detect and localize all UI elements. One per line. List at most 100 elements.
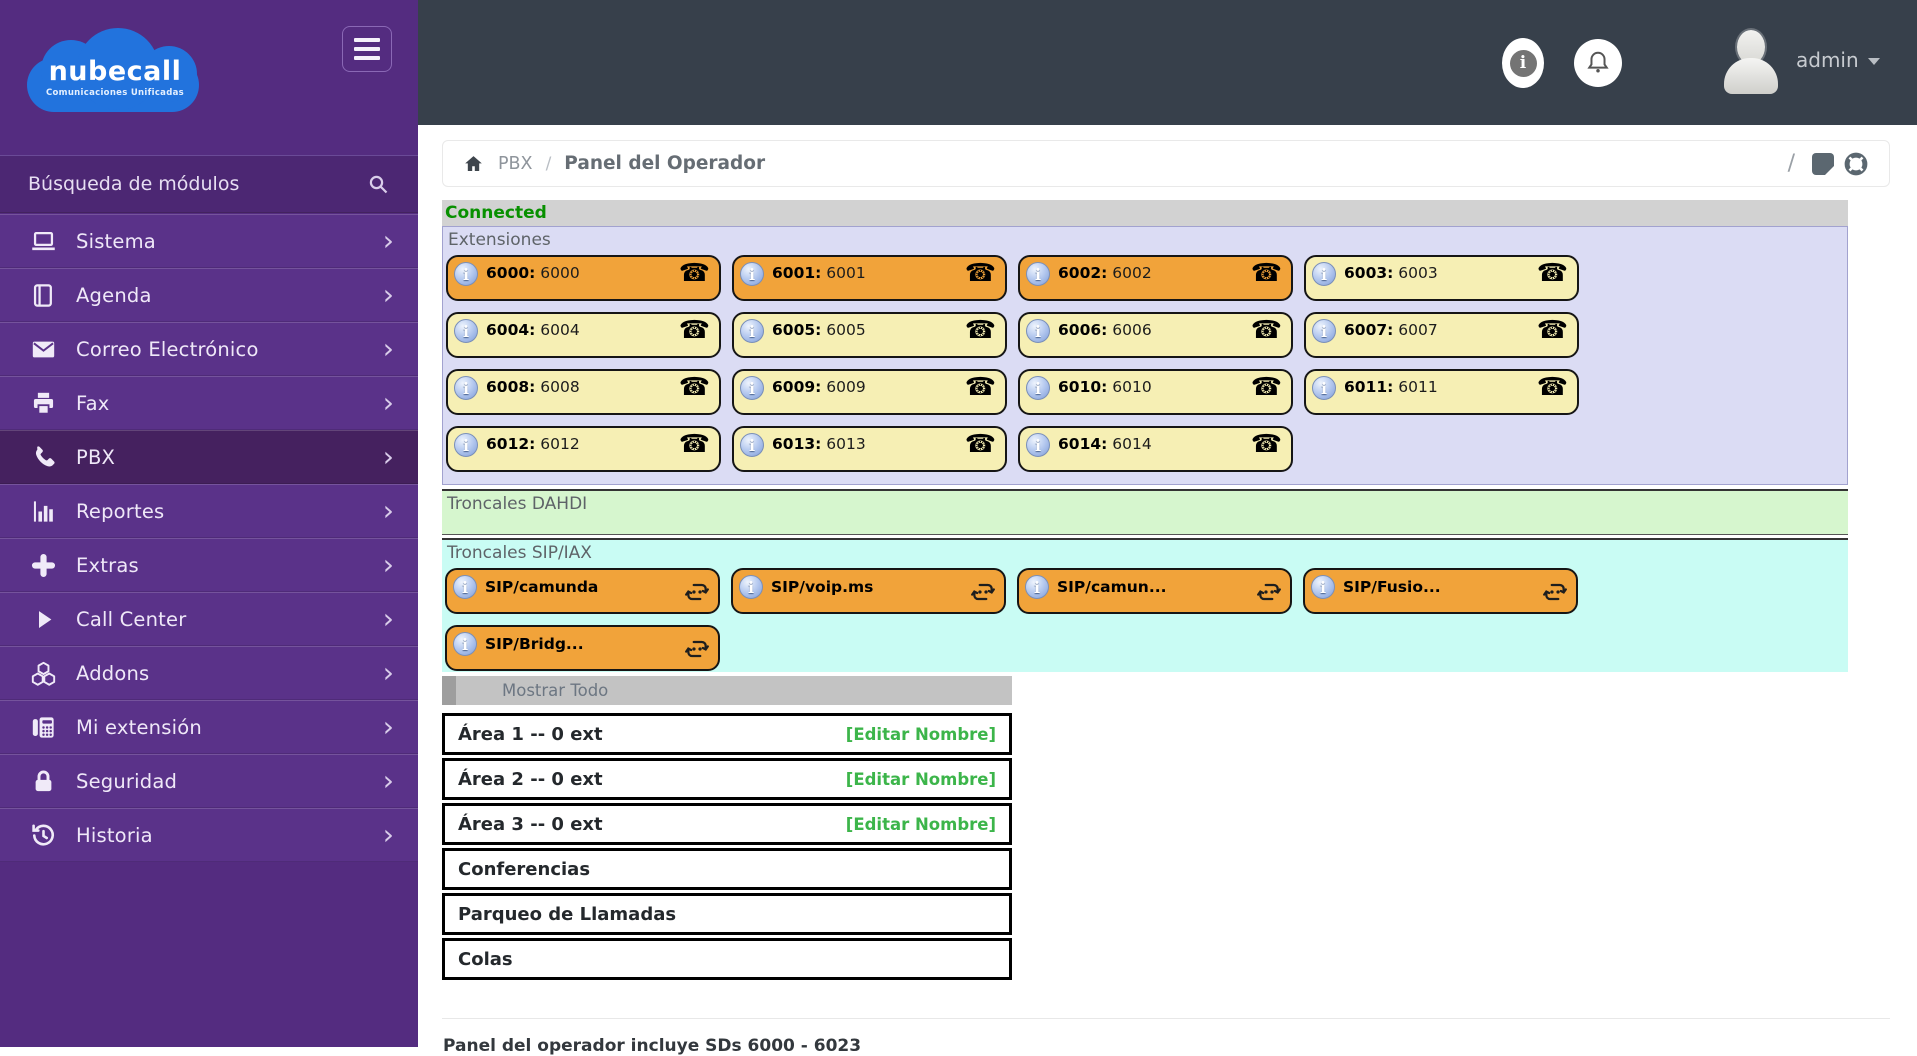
trunk-box[interactable]: i SIP/Fusio...: [1303, 568, 1578, 614]
breadcrumb-section[interactable]: PBX: [498, 154, 533, 174]
info-icon[interactable]: i: [1312, 376, 1336, 400]
trailing-separator: /: [1787, 151, 1795, 176]
info-icon[interactable]: i: [740, 262, 764, 286]
area-row[interactable]: Área 3 -- 0 ext [Editar Nombre]: [442, 803, 1012, 845]
sidebar-item-fax[interactable]: Fax ›: [0, 376, 418, 430]
dahdi-trunks-title: Troncales DAHDI: [447, 494, 588, 514]
info-icon[interactable]: i: [453, 575, 477, 599]
sidebar-item-mi-extensi-n[interactable]: Mi extensión ›: [0, 700, 418, 754]
info-icon[interactable]: i: [1026, 262, 1050, 286]
info-icon[interactable]: i: [1312, 319, 1336, 343]
extension-name: 6013: [826, 435, 866, 453]
bell-icon: [1584, 49, 1612, 77]
extension-box[interactable]: i 6010: 6010 ☎: [1018, 369, 1293, 415]
extension-name: 6003: [1398, 264, 1438, 282]
extension-box[interactable]: i 6000: 6000 ☎: [446, 255, 721, 301]
info-icon[interactable]: i: [1312, 262, 1336, 286]
user-avatar[interactable]: [1720, 28, 1782, 94]
info-icon[interactable]: i: [454, 262, 478, 286]
plus-icon: [28, 551, 58, 579]
sidebar-toggle-button[interactable]: [342, 26, 392, 72]
edit-name-link[interactable]: [Editar Nombre]: [846, 815, 996, 834]
sidebar-item-agenda[interactable]: Agenda ›: [0, 268, 418, 322]
sidebar-item-reportes[interactable]: Reportes ›: [0, 484, 418, 538]
chevron-right-icon: ›: [382, 385, 394, 419]
trunk-box[interactable]: i SIP/camunda: [445, 568, 720, 614]
sidebar-item-extras[interactable]: Extras ›: [0, 538, 418, 592]
phone-status-icon: ☎: [1536, 258, 1568, 287]
area-row[interactable]: Colas: [442, 938, 1012, 980]
sidebar-item-correo-electr-nico[interactable]: Correo Electrónico ›: [0, 322, 418, 376]
user-menu[interactable]: admin: [1796, 48, 1880, 72]
sidebar-item-label: Addons: [76, 661, 150, 685]
info-icon[interactable]: i: [740, 433, 764, 457]
extension-box[interactable]: i 6012: 6012 ☎: [446, 426, 721, 472]
trunk-link-icon: [1542, 579, 1568, 605]
extension-box[interactable]: i 6005: 6005 ☎: [732, 312, 1007, 358]
sidebar-item-historia[interactable]: Historia ›: [0, 808, 418, 862]
extension-box[interactable]: i 6007: 6007 ☎: [1304, 312, 1579, 358]
notifications-button[interactable]: [1574, 39, 1622, 87]
sidebar-item-label: Call Center: [76, 607, 187, 631]
sidebar-item-pbx[interactable]: PBX ›: [0, 430, 418, 484]
sidebar-item-label: PBX: [76, 445, 116, 469]
hamburger-icon: [354, 47, 380, 51]
info-icon[interactable]: i: [454, 433, 478, 457]
extension-box[interactable]: i 6013: 6013 ☎: [732, 426, 1007, 472]
extension-box[interactable]: i 6004: 6004 ☎: [446, 312, 721, 358]
sidebar-item-call-center[interactable]: Call Center ›: [0, 592, 418, 646]
extension-box[interactable]: i 6001: 6001 ☎: [732, 255, 1007, 301]
phone-status-icon: ☎: [678, 258, 710, 287]
area-row[interactable]: Área 1 -- 0 ext [Editar Nombre]: [442, 713, 1012, 755]
extension-number: 6000:: [486, 264, 536, 282]
home-icon[interactable]: [463, 153, 484, 174]
extension-label: 6014: 6014: [1058, 435, 1152, 453]
extensions-panel: Extensiones i 6000: 6000 ☎ i 6001: 6001 …: [442, 226, 1848, 485]
brand-logo[interactable]: nubecall Comunicaciones Unificadas: [25, 28, 205, 114]
help-lifering-icon[interactable]: [1843, 151, 1869, 177]
trunk-box[interactable]: i SIP/voip.ms: [731, 568, 1006, 614]
show-all-toggle[interactable]: Mostrar Todo: [442, 676, 1012, 705]
info-icon[interactable]: i: [454, 376, 478, 400]
info-icon[interactable]: i: [740, 319, 764, 343]
extension-box[interactable]: i 6006: 6006 ☎: [1018, 312, 1293, 358]
extension-box[interactable]: i 6009: 6009 ☎: [732, 369, 1007, 415]
edit-name-link[interactable]: [Editar Nombre]: [846, 725, 996, 744]
trunk-name: SIP/Fusio...: [1343, 578, 1441, 596]
sidebar-item-addons[interactable]: Addons ›: [0, 646, 418, 700]
extension-box[interactable]: i 6003: 6003 ☎: [1304, 255, 1579, 301]
phone-status-icon: ☎: [964, 372, 996, 401]
area-row[interactable]: Área 2 -- 0 ext [Editar Nombre]: [442, 758, 1012, 800]
areas-table: Área 1 -- 0 ext [Editar Nombre] Área 2 -…: [442, 713, 1012, 983]
extensions-grid: i 6000: 6000 ☎ i 6001: 6001 ☎ i 6002: 60…: [446, 255, 1844, 472]
info-icon[interactable]: i: [1026, 376, 1050, 400]
info-icon[interactable]: i: [739, 575, 763, 599]
extension-box[interactable]: i 6011: 6011 ☎: [1304, 369, 1579, 415]
edit-name-link[interactable]: [Editar Nombre]: [846, 770, 996, 789]
info-icon[interactable]: i: [453, 632, 477, 656]
module-search[interactable]: Búsqueda de módulos: [0, 155, 418, 213]
sidebar-item-sistema[interactable]: Sistema ›: [0, 214, 418, 268]
info-icon[interactable]: i: [1026, 433, 1050, 457]
trunk-box[interactable]: i SIP/Bridg...: [445, 625, 720, 671]
extension-number: 6004:: [486, 321, 536, 339]
area-row[interactable]: Conferencias: [442, 848, 1012, 890]
extension-box[interactable]: i 6008: 6008 ☎: [446, 369, 721, 415]
note-icon[interactable]: [1812, 152, 1834, 175]
info-button[interactable]: i: [1502, 38, 1544, 88]
extension-name: 6004: [540, 321, 580, 339]
hamburger-icon: [354, 56, 380, 60]
info-icon[interactable]: i: [1311, 575, 1335, 599]
extension-box[interactable]: i 6014: 6014 ☎: [1018, 426, 1293, 472]
extension-name: 6011: [1398, 378, 1438, 396]
info-icon[interactable]: i: [1026, 319, 1050, 343]
chevron-right-icon: ›: [382, 601, 394, 635]
sidebar-item-seguridad[interactable]: Seguridad ›: [0, 754, 418, 808]
info-icon[interactable]: i: [454, 319, 478, 343]
trunk-box[interactable]: i SIP/camun...: [1017, 568, 1292, 614]
extension-name: 6012: [540, 435, 580, 453]
info-icon[interactable]: i: [740, 376, 764, 400]
info-icon[interactable]: i: [1025, 575, 1049, 599]
extension-box[interactable]: i 6002: 6002 ☎: [1018, 255, 1293, 301]
area-row[interactable]: Parqueo de Llamadas: [442, 893, 1012, 935]
